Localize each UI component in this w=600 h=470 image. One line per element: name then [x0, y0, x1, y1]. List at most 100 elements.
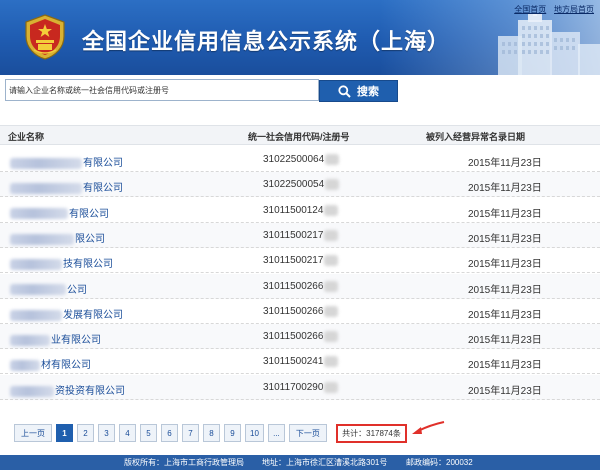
- listed-date-cell: 2015年11月23日: [468, 158, 542, 169]
- page-button-3[interactable]: 3: [98, 424, 115, 442]
- annotation-arrow-icon: [412, 421, 445, 434]
- pagination: 上一页 1 2 3 4 5 6 7 8 9 10 ... 下一页: [14, 424, 331, 442]
- company-name-link[interactable]: 资投资有限公司: [10, 382, 125, 397]
- company-name-link[interactable]: 有限公司: [10, 154, 123, 169]
- company-name-link[interactable]: 技有限公司: [10, 255, 113, 270]
- credit-code-text: 31011500217: [263, 230, 324, 242]
- listed-date-cell: 2015年11月23日: [468, 208, 542, 220]
- table-row: 有限公司 31022500064 2015年11月23日: [0, 147, 600, 172]
- table-row: 发展有限公司 31011500266 2015年11月23日: [0, 298, 600, 324]
- company-name-text: 有限公司: [83, 183, 123, 195]
- redacted-name-mask: [10, 259, 62, 271]
- redacted-code-mask: [324, 331, 339, 343]
- credit-code-cell: 31011500217: [263, 229, 339, 242]
- page-button-6[interactable]: 6: [161, 424, 178, 442]
- table-row: 公司 31011500266 2015年11月23日: [0, 273, 600, 299]
- table-row: 资投资有限公司 31011700290 2015年11月23日: [0, 374, 600, 400]
- national-home-link[interactable]: 全国首页: [514, 5, 546, 14]
- company-name-text: 技有限公司: [63, 259, 113, 271]
- table-row: 材有限公司 31011500241 2015年11月23日: [0, 349, 600, 375]
- search-icon: [338, 84, 351, 98]
- page-button-4[interactable]: 4: [119, 424, 136, 442]
- page-button-1[interactable]: 1: [56, 424, 73, 442]
- credit-code-cell: 31011500266: [263, 331, 339, 343]
- column-header-credit-code: 统一社会信用代码/注册号: [248, 132, 350, 142]
- column-header-listed-date: 被列入经营异常名录日期: [426, 132, 526, 142]
- credit-code-cell: 31011500266: [263, 280, 339, 292]
- site-title: 全国企业信用信息公示系统（上海）: [82, 29, 451, 54]
- header-banner: 全国企业信用信息公示系统（上海） 全国首页 地方局首页: [0, 0, 600, 75]
- page-button-2[interactable]: 2: [77, 424, 94, 442]
- listed-date-cell: 2015年11月23日: [468, 335, 542, 347]
- table-row: 有限公司 31022500054 2015年11月23日: [0, 172, 600, 198]
- footer: 版权所有：上海市工商行政管理局 地址：上海市徐汇区漕溪北路301号 邮政编码：2…: [0, 455, 600, 470]
- credit-code-cell: 31022500054: [263, 179, 340, 191]
- page-button-8[interactable]: 8: [203, 424, 220, 442]
- page-button-5[interactable]: 5: [140, 424, 157, 442]
- redacted-name-mask: [10, 360, 40, 372]
- company-name-link[interactable]: 公司: [10, 281, 87, 296]
- company-name-text: 资投资有限公司: [55, 385, 125, 397]
- table-row: 业有限公司 31011500266 2015年11月23日: [0, 324, 600, 350]
- company-name-text: 发展有限公司: [63, 309, 123, 321]
- table-row: 有限公司 31011500124 2015年11月23日: [0, 197, 600, 223]
- company-name-text: 有限公司: [69, 208, 109, 220]
- redacted-name-mask: [10, 334, 50, 346]
- redacted-name-mask: [10, 208, 68, 220]
- credit-code-text: 31011500124: [263, 204, 324, 216]
- table-row: 限公司 31011500217 2015年11月23日: [0, 222, 600, 248]
- company-name-link[interactable]: 有限公司: [10, 179, 123, 194]
- search-input[interactable]: [5, 79, 319, 101]
- page-button-10[interactable]: 10: [245, 424, 264, 442]
- company-name-link[interactable]: 限公司: [10, 230, 105, 245]
- redacted-code-mask: [324, 229, 339, 241]
- company-name-text: 有限公司: [83, 158, 123, 169]
- redacted-code-mask: [324, 204, 339, 216]
- company-name-text: 公司: [67, 284, 87, 296]
- total-count: 共计：317874条: [336, 424, 407, 443]
- column-header-company-name: 企业名称: [8, 132, 45, 142]
- company-name-text: 限公司: [75, 233, 105, 245]
- credit-code-text: 31011500241: [263, 356, 324, 368]
- listed-date-cell: 2015年11月23日: [468, 360, 542, 372]
- local-bureau-home-link[interactable]: 地方局首页: [554, 5, 594, 14]
- credit-code-text: 31011500217: [263, 255, 324, 267]
- company-name-link[interactable]: 业有限公司: [10, 331, 101, 346]
- table-row: 技有限公司 31011500217 2015年11月23日: [0, 248, 600, 274]
- listed-date-cell: 2015年11月23日: [468, 259, 542, 271]
- prev-page-button[interactable]: 上一页: [14, 424, 52, 442]
- page-button-9[interactable]: 9: [224, 424, 241, 442]
- credit-code-cell: 31011500241: [263, 356, 339, 368]
- page-button-7[interactable]: 7: [182, 424, 199, 442]
- redacted-code-mask: [324, 381, 339, 393]
- credit-code-text: 31011500266: [263, 331, 324, 343]
- search-button[interactable]: 搜索: [319, 80, 398, 102]
- redacted-name-mask: [10, 309, 62, 321]
- listed-date-cell: 2015年11月23日: [468, 233, 542, 245]
- company-name-link[interactable]: 有限公司: [10, 205, 109, 220]
- credit-code-cell: 31011700290: [263, 381, 339, 393]
- redacted-code-mask: [324, 356, 339, 368]
- listed-date-cell: 2015年11月23日: [468, 309, 542, 321]
- company-name-text: 材有限公司: [41, 360, 91, 372]
- redacted-name-mask: [10, 284, 66, 296]
- next-page-button[interactable]: 下一页: [288, 424, 327, 442]
- redacted-code-mask: [325, 179, 340, 191]
- search-button-label: 搜索: [357, 86, 379, 98]
- credit-code-cell: 31022500064: [263, 154, 340, 166]
- national-emblem-icon: [25, 14, 65, 60]
- credit-code-cell: 31011500217: [263, 255, 339, 267]
- redacted-code-mask: [324, 255, 339, 267]
- footer-postcode: 邮政编码：200032: [406, 458, 473, 467]
- table-header: 企业名称 统一社会信用代码/注册号 被列入经营异常名录日期: [0, 125, 600, 145]
- listed-date-cell: 2015年11月23日: [468, 284, 542, 296]
- company-name-link[interactable]: 发展有限公司: [10, 306, 123, 321]
- redacted-code-mask: [324, 305, 339, 317]
- credit-code-text: 31011500266: [263, 305, 324, 317]
- company-name-link[interactable]: 材有限公司: [10, 356, 91, 371]
- credit-code-text: 31011700290: [263, 381, 324, 393]
- redacted-name-mask: [10, 183, 82, 195]
- credit-code-cell: 31011500124: [263, 204, 339, 216]
- footer-copyright: 版权所有：上海市工商行政管理局: [124, 458, 244, 467]
- credit-code-text: 31022500064: [263, 154, 325, 166]
